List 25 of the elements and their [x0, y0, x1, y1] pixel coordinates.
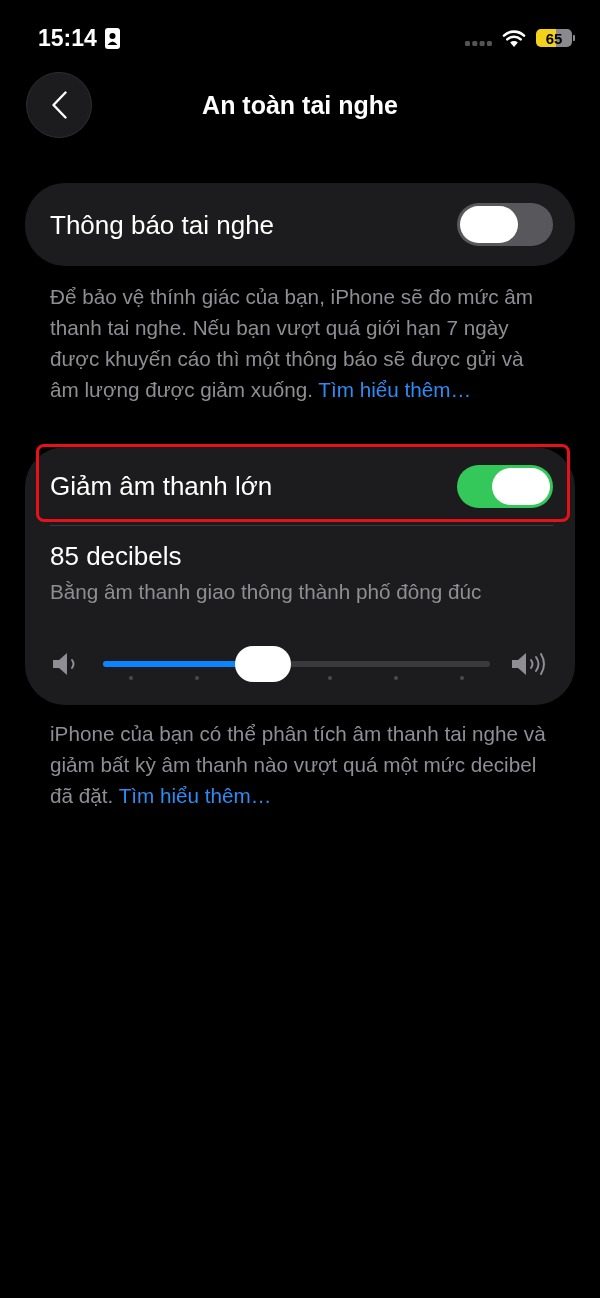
footer-text: Để bảo vệ thính giác của bạn, iPhone sẽ đo mức âm thanh tai nghe. Nếu bạn vượt quá giới hạn 7 ngày được khuyến cáo thì một thông báo sẽ được gửi và âm lượng được giảm xuống. Tìm hiểu thêm… [50, 284, 535, 403]
status-time: 15:14 [38, 24, 97, 52]
tick-mark [129, 676, 133, 680]
tick-mark [393, 676, 398, 680]
slider-track[interactable] [103, 646, 490, 682]
footer-text: iPhone của bạn có thể phân tích âm thanh tai nghe và giảm bất kỳ âm thanh nào vượt quá một mức decibel đã đặt. Tìm hiểu thêm… [50, 721, 547, 809]
battery-percentage: 65 [536, 29, 572, 47]
contact-card-icon [104, 27, 120, 49]
learn-more-link[interactable]: Tìm hiểu thêm… [318, 378, 472, 401]
chevron-left-icon [51, 91, 67, 119]
tick-mark [327, 676, 332, 680]
toggle-switch[interactable] [457, 203, 553, 246]
tick-mark [460, 676, 464, 680]
learn-more-link[interactable]: Tìm hiểu thêm… [118, 784, 272, 807]
slider-thumb[interactable] [235, 646, 292, 682]
setting-label: Thông báo tai nghe [50, 208, 275, 241]
decibel-description: Bằng âm thanh giao thông thành phố đông đúc [50, 579, 482, 605]
wifi-icon [502, 29, 526, 47]
speaker-high-icon [511, 652, 547, 676]
no-signal-icon [465, 40, 492, 46]
decibel-value: 85 decibels [50, 540, 182, 572]
page-title: An toàn tai nghe [202, 90, 398, 120]
tick-mark [195, 676, 200, 680]
toggle-switch[interactable] [457, 464, 553, 508]
setting-label: Giảm âm thanh lớn [50, 470, 273, 502]
